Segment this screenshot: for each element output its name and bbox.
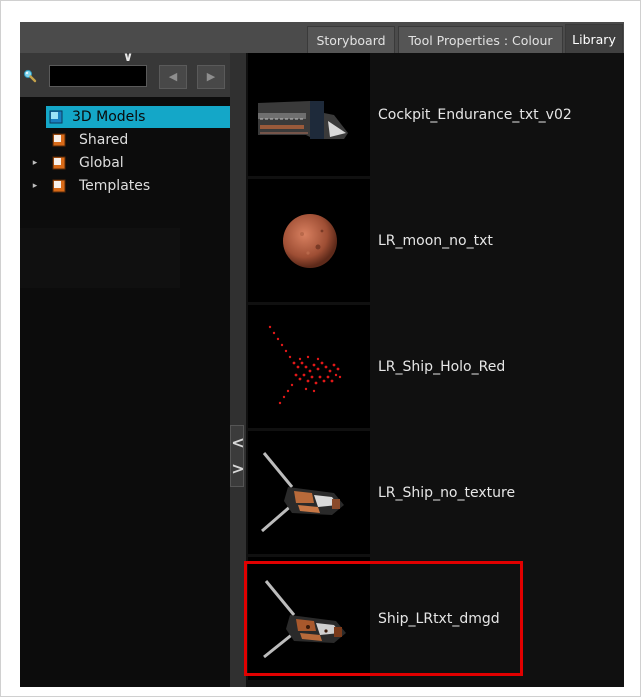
cockpit-thumbnail bbox=[248, 53, 370, 176]
splitter-handle[interactable]: < > bbox=[230, 425, 245, 487]
tab-tool-properties-colour[interactable]: Tool Properties : Colour bbox=[398, 26, 563, 53]
collapse-left-arrow-icon[interactable]: < bbox=[231, 432, 245, 454]
moon-thumbnail bbox=[248, 179, 370, 302]
ship-thumbnail bbox=[248, 431, 370, 554]
library-item-name: LR_moon_no_txt bbox=[378, 233, 493, 249]
library-item[interactable]: Cockpit_Endurance_txt_v02 bbox=[246, 53, 624, 177]
library-tree-panel: ∨ ◀ ▶ 3D Models Shared ▸ Global ▸ Templa… bbox=[20, 51, 230, 687]
folder-cube-icon bbox=[52, 179, 67, 194]
tree-item-label: 3D Models bbox=[72, 109, 146, 125]
tab-storyboard[interactable]: Storyboard bbox=[307, 26, 395, 53]
tree-item-label: Shared bbox=[79, 132, 129, 148]
library-item[interactable]: LR_moon_no_txt bbox=[246, 179, 624, 303]
library-item[interactable]: LR_Ship_Holo_Red bbox=[246, 305, 624, 429]
tree-item-templates[interactable]: ▸ Templates bbox=[20, 175, 230, 197]
tree-item-global[interactable]: ▸ Global bbox=[20, 152, 230, 174]
folder-cube-icon bbox=[52, 156, 67, 171]
screenshot-frame: Storyboard Tool Properties : Colour Libr… bbox=[0, 0, 641, 697]
expand-arrow-icon[interactable]: ▸ bbox=[30, 175, 40, 197]
tree-empty-area bbox=[20, 228, 180, 288]
expand-right-arrow-icon[interactable]: > bbox=[231, 458, 245, 480]
tree-toolbar: ∨ ◀ ▶ bbox=[20, 51, 230, 97]
library-item[interactable]: LR_Ship_no_texture bbox=[246, 431, 624, 555]
collapse-toolbar-button[interactable]: ∨ bbox=[117, 51, 139, 64]
tab-library[interactable]: Library bbox=[565, 24, 623, 53]
expand-arrow-icon[interactable]: ▸ bbox=[30, 152, 40, 174]
search-icon bbox=[23, 69, 37, 83]
forward-button[interactable]: ▶ bbox=[197, 65, 225, 89]
tree-item-shared[interactable]: Shared bbox=[20, 129, 230, 151]
holo-ship-thumbnail bbox=[248, 305, 370, 428]
back-button[interactable]: ◀ bbox=[159, 65, 187, 89]
folder-cube-icon bbox=[52, 133, 67, 148]
library-item-name: LR_Ship_no_texture bbox=[378, 485, 516, 501]
folder-cube-icon bbox=[49, 110, 64, 125]
search-input[interactable] bbox=[49, 65, 147, 87]
tree-item-label: Templates bbox=[79, 178, 151, 194]
tree-item-3d-models[interactable]: 3D Models bbox=[46, 106, 230, 128]
tree-item-label: Global bbox=[79, 155, 124, 171]
library-item-name: Cockpit_Endurance_txt_v02 bbox=[378, 107, 572, 123]
tab-bar: Storyboard Tool Properties : Colour Libr… bbox=[20, 22, 624, 53]
highlight-box bbox=[244, 561, 523, 676]
library-item-name: LR_Ship_Holo_Red bbox=[378, 359, 506, 375]
